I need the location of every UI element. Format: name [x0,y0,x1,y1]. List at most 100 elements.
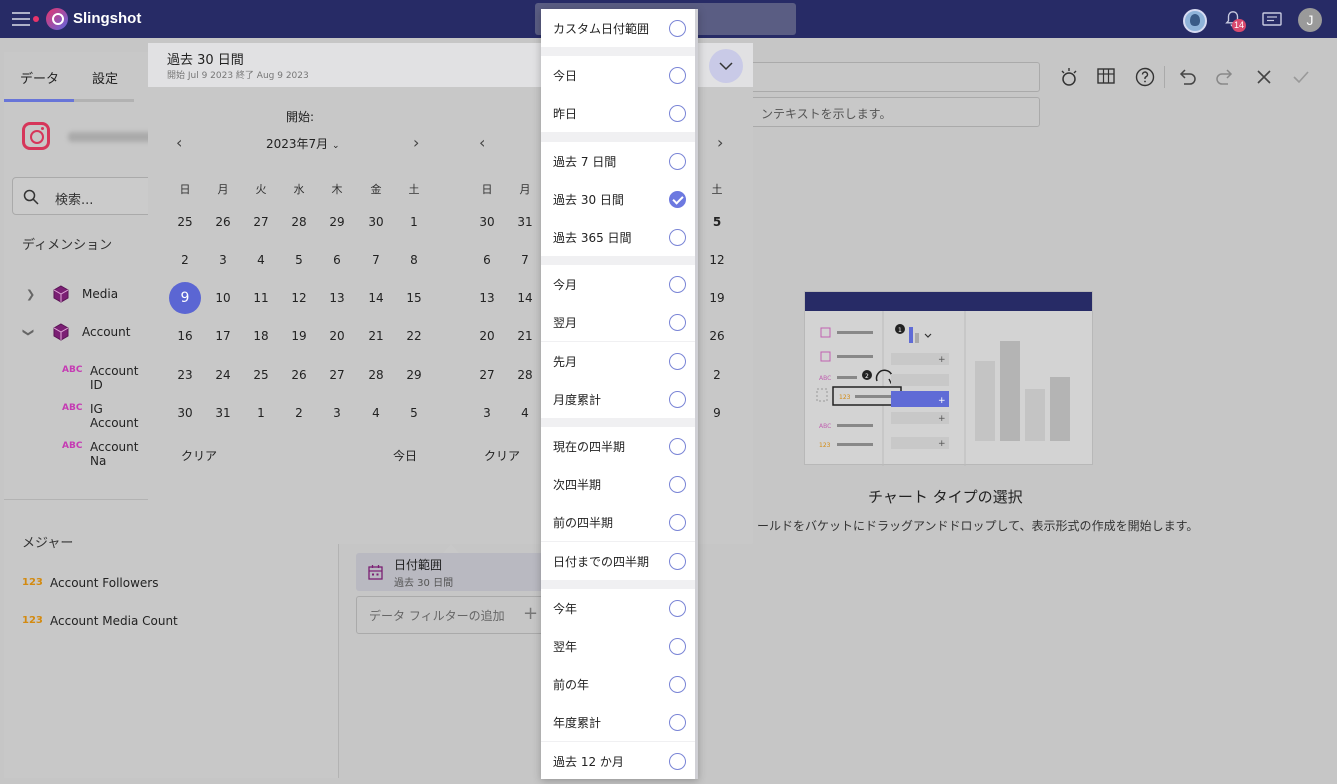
preset-option[interactable]: 過去 30 日間 [541,179,695,218]
radio-icon[interactable] [669,352,686,370]
field-search-input[interactable]: 検索... [12,177,162,215]
redo-icon[interactable] [1214,66,1236,88]
calendar-day[interactable]: 31 [207,397,239,429]
calendar-day[interactable]: 1 [245,397,277,429]
calendar-day[interactable]: 18 [245,320,277,352]
preset-option[interactable]: 翌月 [541,303,695,342]
calendar-day[interactable]: 28 [360,359,392,391]
calendar-day[interactable]: 16 [169,320,201,352]
calendar-day[interactable]: 27 [471,359,503,391]
calendar-day[interactable]: 14 [360,282,392,314]
hamburger-menu-icon[interactable] [12,12,30,26]
date-range-filter-chip[interactable]: 日付範囲 過去 30 日間 [356,553,546,591]
calendar-day[interactable]: 21 [360,320,392,352]
calendar-day[interactable]: 26 [283,359,315,391]
field-item[interactable]: ABC Account Na [4,437,154,468]
radio-icon[interactable] [669,476,686,494]
radio-icon[interactable] [669,20,686,37]
calendar-day[interactable]: 19 [701,282,733,314]
workspace-avatar[interactable] [1183,9,1207,33]
radio-icon[interactable] [669,438,686,455]
calendar-day[interactable]: 25 [169,206,201,238]
radio-icon[interactable] [669,714,686,732]
radio-icon[interactable] [669,152,686,170]
field-item[interactable]: ABC Account ID [4,361,154,392]
radio-icon[interactable] [669,229,686,246]
calendar-day[interactable]: 12 [701,244,733,276]
today-button[interactable]: 今日 [393,447,417,464]
tab-settings[interactable]: 設定 [92,68,118,87]
preset-option[interactable]: 今日 [541,56,695,95]
tree-item-account[interactable]: ❯ Account [4,322,154,344]
preset-option[interactable]: 過去 7 日間 [541,141,695,180]
calendar-day[interactable]: 24 [207,359,239,391]
calendar-day[interactable]: 30 [169,397,201,429]
calendar-day[interactable]: 3 [471,397,503,429]
table-icon[interactable] [1096,66,1118,88]
radio-icon[interactable] [669,390,686,408]
calendar-day[interactable]: 4 [360,397,392,429]
calendar-day[interactable]: 20 [321,320,353,352]
measure-item[interactable]: 123 Account Followers [4,573,324,595]
clear-button[interactable]: クリア [484,447,520,464]
calendar-day[interactable]: 5 [398,397,430,429]
radio-icon[interactable] [669,552,686,570]
calendar-day[interactable]: 6 [471,244,503,276]
calendar-day[interactable]: 31 [509,206,541,238]
calendar-day[interactable]: 30 [471,206,503,238]
prev-month-icon[interactable]: ‹ [176,133,182,152]
ai-insights-icon[interactable] [1058,66,1080,88]
radio-icon[interactable] [669,752,686,770]
preset-option[interactable]: 翌年 [541,627,695,665]
calendar-day[interactable]: 30 [360,206,392,238]
calendar-day[interactable]: 3 [207,244,239,276]
calendar-day[interactable]: 27 [245,206,277,238]
calendar-day[interactable]: 29 [321,206,353,238]
calendar-day[interactable]: 10 [207,282,239,314]
tab-data[interactable]: データ [20,68,59,87]
confirm-check-icon[interactable] [1290,66,1312,88]
add-data-filter-button[interactable]: データ フィルターの追加 + [356,596,546,634]
radio-checked-icon[interactable] [669,190,686,208]
calendar-day[interactable]: 8 [398,244,430,276]
calendar-day[interactable]: 27 [321,359,353,391]
help-icon[interactable] [1134,66,1156,88]
measure-item[interactable]: 123 Account Media Count [4,611,324,633]
chevron-down-icon[interactable]: ❯ [22,328,35,337]
calendar-day[interactable]: 5 [701,206,733,238]
calendar-day[interactable]: 4 [509,397,541,429]
calendar-day[interactable]: 12 [283,282,315,314]
visualization-title-input[interactable] [710,62,1040,92]
chevron-right-icon[interactable]: ❯ [26,288,35,301]
calendar-day[interactable]: 15 [398,282,430,314]
prev-month-icon[interactable]: ‹ [479,133,485,152]
preset-option[interactable]: 現在の四半期 [541,427,695,465]
field-item[interactable]: ABC IG Account [4,399,154,430]
calendar-day[interactable]: 7 [360,244,392,276]
calendar-day[interactable]: 11 [245,282,277,314]
calendar-day[interactable]: 7 [509,244,541,276]
preset-option[interactable]: 今月 [541,265,695,304]
calendar-day[interactable]: 28 [283,206,315,238]
calendar-day[interactable]: 9 [701,397,733,429]
close-icon[interactable] [1253,66,1275,88]
next-month-icon[interactable]: › [413,133,419,152]
calendar-day[interactable]: 20 [471,320,503,352]
calendar-day[interactable]: 26 [701,320,733,352]
calendar-day[interactable]: 26 [207,206,239,238]
calendar-day[interactable]: 6 [321,244,353,276]
preset-option[interactable]: 次四半期 [541,465,695,504]
calendar-day[interactable]: 1 [398,206,430,238]
radio-icon[interactable] [669,676,686,694]
radio-icon[interactable] [669,105,686,123]
preset-option[interactable]: 昨日 [541,94,695,133]
preset-option[interactable]: 前の年 [541,665,695,704]
undo-icon[interactable] [1176,66,1198,88]
calendar-day[interactable]: 21 [509,320,541,352]
radio-icon[interactable] [669,276,686,294]
calendar-day[interactable]: 2 [283,397,315,429]
clear-button[interactable]: クリア [181,447,217,464]
chat-icon[interactable] [1262,12,1282,28]
preset-option[interactable]: 年度累計 [541,703,695,742]
preset-dropdown-toggle[interactable] [709,49,743,83]
